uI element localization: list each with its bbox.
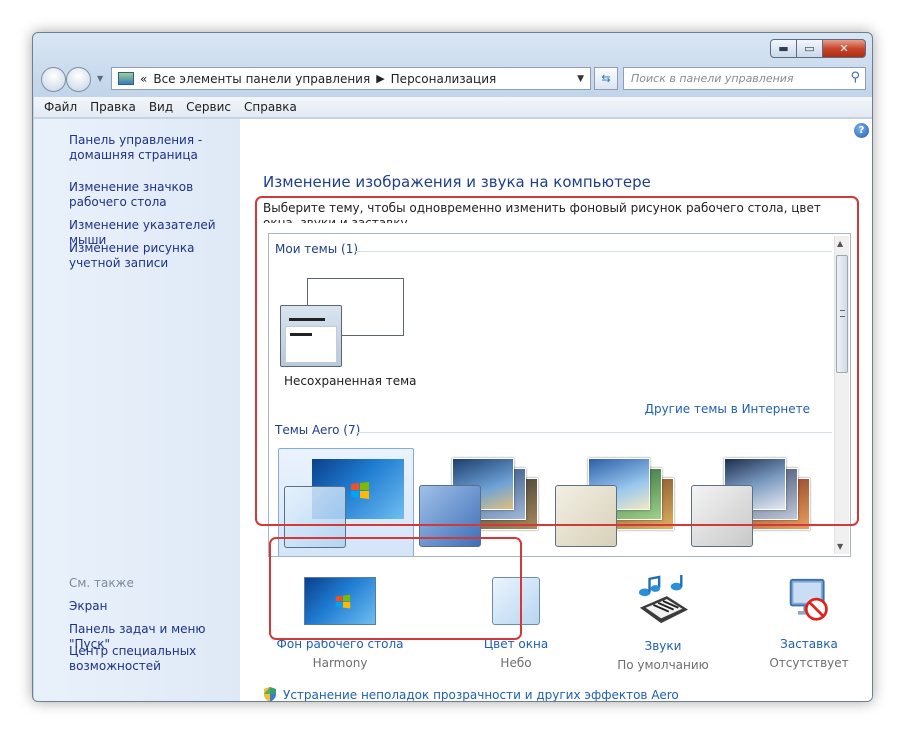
aero-themes-heading: Темы Aero (7) xyxy=(275,423,361,437)
shield-icon xyxy=(264,687,276,701)
themes-list[interactable]: Мои темы (1) Несохраненная тема Другие т… xyxy=(268,233,851,557)
main-content: ? Изменение изображения и звука на компь… xyxy=(240,119,872,702)
see-also-heading: См. также xyxy=(69,576,134,590)
screensaver-value: Отсутствует xyxy=(769,656,849,670)
theme-windows-7[interactable] xyxy=(278,448,414,556)
screensaver-title[interactable]: Заставка xyxy=(759,637,859,651)
theme-color-swatch xyxy=(419,485,481,547)
theme-color-swatch xyxy=(284,486,346,548)
sidebar-link-display[interactable]: Экран xyxy=(69,599,241,614)
control-panel-icon xyxy=(118,72,134,85)
breadcrumb-arrow-icon[interactable]: ▶ xyxy=(376,72,384,85)
breadcrumb-all-items[interactable]: Все элементы панели управления xyxy=(153,72,370,86)
aero-troubleshoot-link[interactable]: Устранение неполадок прозрачности и друг… xyxy=(263,687,679,702)
refresh-icon[interactable]: ⇆ xyxy=(594,67,618,90)
theme-color-swatch xyxy=(691,485,753,547)
breadcrumb-personalization[interactable]: Персонализация xyxy=(391,72,497,86)
window-controls: ▬ ▭ ✕ xyxy=(770,39,866,58)
theme-color-swatch xyxy=(555,485,617,547)
menu-view[interactable]: Вид xyxy=(149,100,173,114)
unsaved-theme-label: Несохраненная тема xyxy=(284,374,417,388)
screensaver-setting[interactable]: Заставка Отсутствует xyxy=(759,577,859,670)
desktop-background-title[interactable]: Фон рабочего стола xyxy=(275,637,405,651)
theme-landscapes[interactable] xyxy=(686,448,822,556)
menu-tools[interactable]: Сервис xyxy=(186,100,231,114)
menu-help[interactable]: Справка xyxy=(244,100,297,114)
desktop-background-thumbnail[interactable] xyxy=(304,577,376,625)
maximize-button[interactable]: ▭ xyxy=(796,39,823,58)
sidebar-link-ease-of-access[interactable]: Центр специальных возможностей xyxy=(69,644,241,674)
divider xyxy=(356,251,832,252)
sounds-setting[interactable]: Звуки По умолчанию xyxy=(608,575,718,672)
window-color-setting[interactable]: Цвет окна Небо xyxy=(476,577,556,670)
close-button[interactable]: ✕ xyxy=(822,39,866,58)
window-color-value: Небо xyxy=(500,656,532,670)
windows-logo-icon xyxy=(335,594,351,609)
sidebar-link-desktop-icons[interactable]: Изменение значков рабочего стола xyxy=(69,180,241,210)
sidebar-link-account-picture[interactable]: Изменение рисунка учетной записи xyxy=(69,241,241,271)
desktop-background-value: Harmony xyxy=(312,656,368,670)
sidebar-link-home[interactable]: Панель управления - домашняя страница xyxy=(69,133,241,163)
unsaved-theme-window-front xyxy=(280,305,342,367)
page-title: Изменение изображения и звука на компьют… xyxy=(263,173,651,191)
unsaved-theme-bar xyxy=(289,318,325,321)
my-themes-heading: Мои темы (1) xyxy=(275,242,359,256)
minimize-button[interactable]: ▬ xyxy=(770,39,797,58)
theme-architecture[interactable] xyxy=(414,448,550,556)
address-bar[interactable]: « Все элементы панели управления ▶ Персо… xyxy=(111,67,591,90)
breadcrumb-separator-icon[interactable]: « xyxy=(140,72,147,86)
scroll-up-icon[interactable]: ▲ xyxy=(837,239,843,248)
sounds-value: По умолчанию xyxy=(617,658,709,672)
page-description: Выберите тему, чтобы одновременно измени… xyxy=(263,201,821,223)
theme-characters[interactable] xyxy=(550,448,686,556)
menu-file[interactable]: Файл xyxy=(44,100,77,114)
scroll-grip xyxy=(840,310,845,317)
search-icon[interactable]: ⚲ xyxy=(850,70,860,85)
desktop-background-setting[interactable]: Фон рабочего стола Harmony xyxy=(275,577,405,670)
online-themes-link[interactable]: Другие темы в Интернете xyxy=(645,402,810,416)
windows-logo-icon xyxy=(351,482,369,499)
unsaved-theme-bar xyxy=(290,333,312,336)
help-icon[interactable]: ? xyxy=(854,123,869,138)
divider xyxy=(356,432,832,433)
forward-arrow-icon[interactable] xyxy=(66,67,91,92)
back-arrow-icon[interactable] xyxy=(41,67,66,92)
navigation-bar: ▼ « Все элементы панели управления ▶ Пер… xyxy=(39,65,868,93)
control-panel-window: ▬ ▭ ✕ ▼ « Все элементы панели управления… xyxy=(32,32,873,702)
sidebar: Панель управления - домашняя страница Из… xyxy=(34,119,241,701)
menu-edit[interactable]: Правка xyxy=(90,100,136,114)
search-input[interactable] xyxy=(624,68,834,89)
unsaved-theme-pane xyxy=(285,326,337,363)
screensaver-icon[interactable] xyxy=(787,577,831,623)
sounds-icon[interactable] xyxy=(634,575,692,627)
window-color-swatch[interactable] xyxy=(492,577,540,625)
themes-scrollbar[interactable]: ▲ ▼ xyxy=(834,236,849,554)
search-box[interactable]: ⚲ xyxy=(623,67,866,90)
window-color-title[interactable]: Цвет окна xyxy=(476,637,556,651)
aero-troubleshoot-text[interactable]: Устранение неполадок прозрачности и друг… xyxy=(283,688,679,702)
history-dropdown-icon[interactable]: ▼ xyxy=(97,74,103,83)
sounds-title[interactable]: Звуки xyxy=(608,639,718,653)
scroll-thumb[interactable] xyxy=(836,255,848,373)
menu-bar: Файл Правка Вид Сервис Справка xyxy=(34,97,872,118)
scroll-down-icon[interactable]: ▼ xyxy=(837,542,843,551)
address-dropdown-icon[interactable]: ▼ xyxy=(577,74,584,84)
